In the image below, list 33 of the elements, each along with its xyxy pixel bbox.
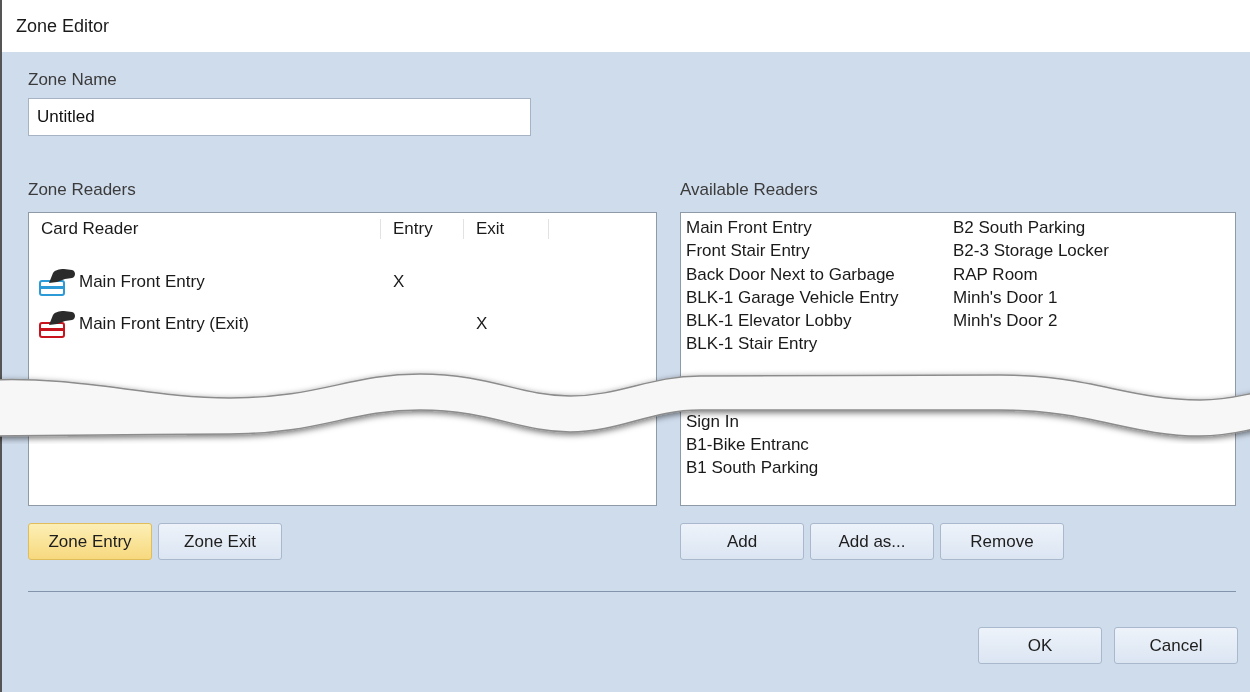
zone-name-label: Zone Name (28, 70, 118, 90)
reader-list-item[interactable]: BLK-1 Stair Entry (686, 332, 818, 356)
reader-action-button[interactable]: Add as... (810, 523, 934, 560)
dialog-button[interactable]: Cancel (1114, 627, 1238, 664)
zone-readers-label: Zone Readers (28, 180, 137, 200)
reader-list-item[interactable]: Minh's Door 1 (953, 285, 1058, 310)
reader-list-item[interactable]: BLK-1 Elevator Lobby (686, 309, 852, 333)
reader-action-button[interactable]: Remove (940, 523, 1064, 560)
entry-mark: X (392, 272, 406, 292)
reader-list-item[interactable]: Sign In (686, 409, 739, 434)
zone-name-field[interactable]: Untitled (28, 98, 531, 136)
reader-name: Main Front Entry (Exit) (79, 314, 250, 334)
column-header[interactable]: Card Reader (29, 219, 381, 239)
reader-list-item[interactable]: Minh's Door 2 (953, 309, 1058, 333)
zone-button[interactable]: Zone Exit (158, 523, 282, 560)
reader-action-button[interactable]: Add (680, 523, 804, 560)
window-title: Zone Editor (16, 15, 110, 37)
reader-list-item[interactable]: Back Door Next to Garbage (686, 262, 895, 286)
column-header[interactable]: Exit (464, 219, 549, 239)
reader-list-item[interactable]: Main Front Entry (686, 216, 812, 240)
reader-list-item[interactable]: B1-Bike Entranc (686, 433, 809, 457)
reader-list-item[interactable]: Front Stair Entry (686, 239, 810, 263)
reader-list-item[interactable]: B2-3 Storage Locker (953, 239, 1109, 263)
available-readers-label: Available Readers (680, 180, 819, 200)
reader-list-item[interactable]: B1 South Parking (686, 456, 819, 480)
exit-mark: X (475, 314, 489, 334)
reader-list-item[interactable]: RAP Room (953, 262, 1038, 286)
column-header[interactable]: Entry (381, 219, 464, 239)
zone-button[interactable]: Zone Entry (28, 523, 152, 560)
reader-name: Main Front Entry (79, 272, 205, 292)
reader-list-item[interactable]: B2 South Parking (953, 216, 1086, 240)
dialog-button[interactable]: OK (978, 627, 1102, 664)
reader-list-item[interactable]: BLK-1 Garage Vehicle Entry (686, 285, 899, 310)
